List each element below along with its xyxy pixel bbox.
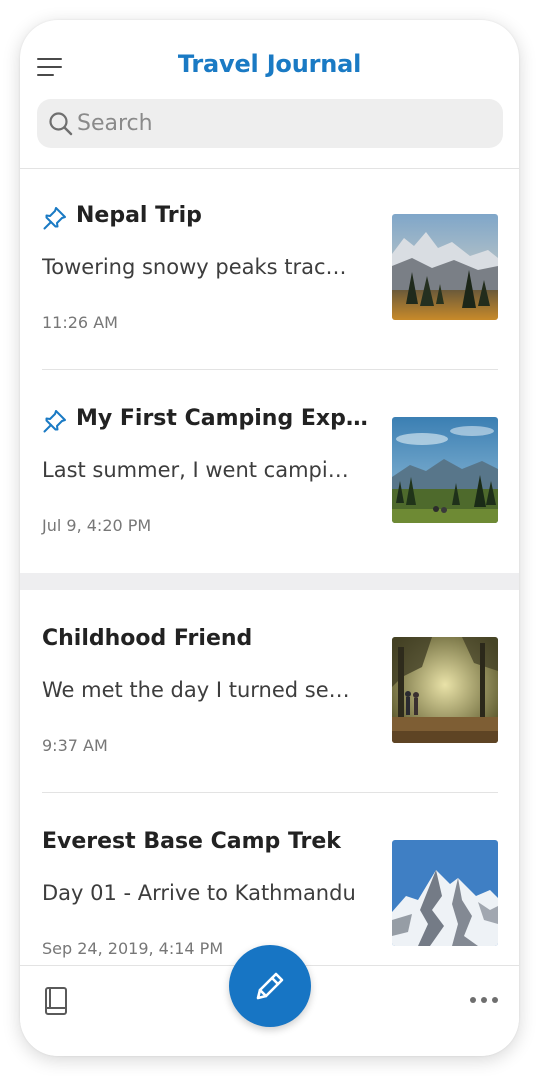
entry-title: Childhood Friend: [42, 626, 253, 651]
entry-timestamp: Jul 9, 4:20 PM: [42, 516, 152, 535]
search-bar[interactable]: [37, 99, 503, 148]
entry-divider: [42, 792, 498, 793]
pin-icon: [43, 207, 66, 230]
notebook-icon[interactable]: [42, 986, 70, 1016]
page-title: Travel Journal: [177, 50, 362, 78]
journal-entry[interactable]: Childhood Friend We met the day I turned…: [42, 626, 498, 776]
entry-snippet: Day 01 - Arrive to Kathmandu: [42, 881, 356, 905]
entry-timestamp: 9:37 AM: [42, 736, 108, 755]
entry-title: Nepal Trip: [76, 203, 202, 228]
entry-snippet: Last summer, I went campi…: [42, 458, 349, 482]
journal-entry[interactable]: Nepal Trip Towering snowy peaks trac… 11…: [42, 203, 498, 353]
app-screen: Travel Journal Nepal Trip Towering snowy…: [20, 20, 519, 1056]
header-divider: [20, 168, 519, 169]
entry-divider: [42, 369, 498, 370]
everest-thumbnail: [392, 840, 498, 946]
entry-title: My First Camping Expe…: [76, 406, 368, 431]
entry-snippet: We met the day I turned se…: [42, 678, 350, 702]
entry-title: Everest Base Camp Trek: [42, 829, 341, 854]
campsite-thumbnail: [392, 417, 498, 523]
journal-entry[interactable]: My First Camping Expe… Last summer, I we…: [42, 406, 498, 556]
entry-snippet: Towering snowy peaks trac…: [42, 255, 347, 279]
more-horizontal-icon[interactable]: [469, 994, 499, 1006]
search-input[interactable]: [77, 99, 487, 148]
section-separator: [20, 573, 519, 590]
entry-timestamp: 11:26 AM: [42, 313, 118, 332]
search-icon: [49, 112, 73, 136]
forest-path-thumbnail: [392, 637, 498, 743]
compose-button[interactable]: [229, 945, 311, 1027]
entry-timestamp: Sep 24, 2019, 4:14 PM: [42, 939, 224, 958]
pin-icon: [43, 410, 66, 433]
pencil-icon: [256, 972, 284, 1000]
mountain-sunset-thumbnail: [392, 214, 498, 320]
